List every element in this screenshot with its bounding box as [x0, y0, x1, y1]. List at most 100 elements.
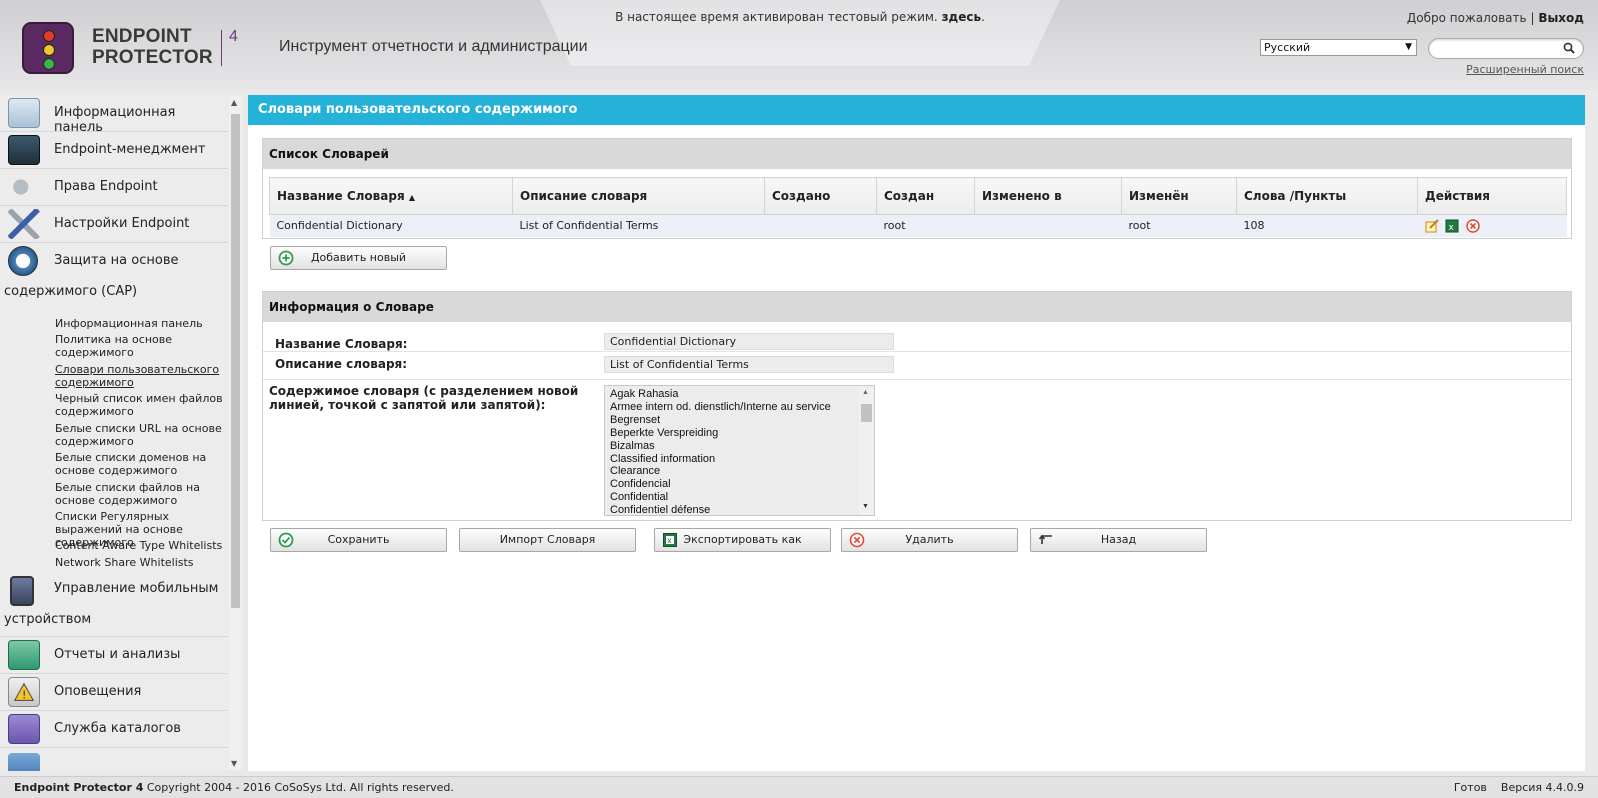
sidebar-item-label: Служба каталогов [54, 721, 181, 736]
add-new-label: Добавить новый [310, 251, 407, 264]
user-bar-separator: | [1530, 11, 1535, 25]
sidebar-scrollbar[interactable]: ▲ ▼ [229, 96, 242, 770]
export-excel-icon[interactable]: x [1445, 219, 1459, 233]
back-button[interactable]: Назад [1030, 528, 1207, 552]
welcome-text: Добро пожаловать [1406, 11, 1527, 25]
sidebar-item-directory-services[interactable]: Служба каталогов [0, 711, 228, 748]
reports-icon [8, 640, 40, 670]
delete-icon[interactable] [1465, 219, 1480, 233]
main-content: Словари пользовательского содержимого Сп… [248, 95, 1585, 771]
table-row[interactable]: Confidential Dictionary List of Confiden… [269, 214, 1567, 237]
cell-created-at [764, 214, 877, 237]
sidebar-item-mobile-device-management[interactable]: Управление мобильным устройством [0, 570, 228, 637]
dictionary-content-textarea[interactable]: Agak Rahasia Armee intern od. dienstlich… [604, 385, 875, 516]
content-line: Bizalmas [610, 439, 655, 452]
submenu-item-domain-whitelists[interactable]: Белые списки доменов на основе содержимо… [55, 451, 225, 477]
sidebar-item-endpoint-management[interactable]: Endpoint-менеджмент [0, 132, 228, 169]
content-line: Confidencial [610, 478, 671, 491]
sidebar-item-label: Отчеты и анализы [54, 647, 181, 662]
traffic-light-logo-icon [22, 22, 74, 74]
back-label: Назад [1100, 533, 1137, 546]
cell-created-by: root [876, 214, 975, 237]
brand-line2: PROTECTOR [92, 47, 213, 68]
dictionary-name-field[interactable]: Confidential Dictionary [604, 333, 894, 350]
checkmark-icon [278, 532, 294, 548]
sidebar: Информационная панель Endpoint-менеджмен… [0, 95, 228, 771]
dictionary-list-panel: Список Словарей Название Словаря ▲ Описа… [262, 138, 1572, 239]
advanced-search-link[interactable]: Расширенный поиск [1466, 63, 1584, 76]
keys-icon [8, 172, 40, 202]
content-line: Begrenset [610, 413, 661, 426]
submenu-item-type-whitelists[interactable]: Content Aware Type Whitelists [55, 539, 225, 552]
dictionary-info-panel: Информация о Словаре Название Словаря: C… [262, 291, 1572, 521]
cell-items: 108 [1236, 214, 1418, 237]
export-as-button[interactable]: x Экспортировать как [654, 528, 831, 552]
language-value: Русский [1264, 41, 1311, 54]
column-header-name[interactable]: Название Словаря ▲ [269, 177, 513, 215]
sidebar-item-label: Управление мобильным [54, 581, 219, 596]
sidebar-item-label: Информационная панель [54, 105, 176, 135]
cell-actions: x [1417, 214, 1567, 237]
submenu-item-network-share-whitelists[interactable]: Network Share Whitelists [55, 556, 225, 569]
submenu-item-file-whitelists[interactable]: Белые списки файлов на основе содержимог… [55, 481, 225, 507]
add-new-button[interactable]: Добавить новый [270, 246, 447, 270]
brand-line1: ENDPOINT [92, 26, 192, 47]
sidebar-item-label: Настройки Endpoint [54, 216, 190, 231]
chevron-down-icon: ▼ [1405, 42, 1412, 52]
content-line: Classified information [610, 452, 716, 465]
scroll-up-icon[interactable]: ▲ [231, 98, 237, 107]
scroll-up-icon[interactable]: ▲ [862, 387, 869, 400]
sidebar-item-reports[interactable]: Отчеты и анализы [0, 637, 228, 674]
import-dictionary-button[interactable]: Импорт Словаря [459, 528, 636, 552]
submenu-item-filename-blacklist[interactable]: Черный список имен файлов содержимого [55, 392, 225, 418]
excel-icon: x [663, 533, 677, 547]
column-header-items[interactable]: Слова /Пункты [1236, 177, 1418, 215]
footer-product: Endpoint Protector 4 [14, 781, 144, 794]
svg-text:x: x [1449, 223, 1455, 233]
textarea-scrollbar[interactable]: ▲ ▼ [859, 386, 874, 515]
scroll-down-icon[interactable]: ▼ [231, 759, 237, 768]
search-icon[interactable] [1563, 42, 1575, 54]
sidebar-item-content-aware-protection[interactable]: Защита на основе содержимого (CAP) [0, 243, 228, 309]
sidebar-item-endpoint-rights[interactable]: Права Endpoint [0, 169, 228, 206]
submenu-item-url-whitelists[interactable]: Белые списки URL на основе содержимого [55, 422, 225, 448]
language-select[interactable]: Русский ▼ [1260, 39, 1417, 56]
scrollbar-thumb[interactable] [861, 404, 872, 422]
status-text: Готов [1453, 781, 1487, 794]
logout-link[interactable]: Выход [1538, 11, 1584, 25]
delete-button[interactable]: Удалить [841, 528, 1018, 552]
panel-title: Список Словарей [263, 139, 1571, 169]
table-header-row: Название Словаря ▲ Описание словаря Созд… [269, 177, 1567, 215]
dictionary-description-field[interactable]: List of Confidential Terms [604, 356, 894, 373]
dictionary-name-row: Название Словаря: Confidential Dictionar… [263, 322, 1571, 352]
back-arrow-icon [1038, 534, 1052, 544]
column-header-modified-by[interactable]: Изменён [1121, 177, 1237, 215]
sidebar-item-next[interactable] [0, 748, 228, 771]
column-header-description[interactable]: Описание словаря [512, 177, 765, 215]
column-header-created-by[interactable]: Создан [876, 177, 975, 215]
sidebar-item-label-line2: содержимого (CAP) [4, 284, 138, 299]
dictionary-name-label: Название Словаря: [275, 337, 408, 351]
trial-link[interactable]: здесь [942, 10, 982, 24]
search-input[interactable] [1428, 38, 1584, 59]
submenu-item-content-policy[interactable]: Политика на основе содержимого [55, 333, 225, 359]
scroll-down-icon[interactable]: ▼ [862, 501, 869, 514]
submenu-item-dashboard[interactable]: Информационная панель [55, 317, 225, 330]
sidebar-item-alerts[interactable]: ! Оповещения [0, 674, 228, 711]
sidebar-item-endpoint-settings[interactable]: Настройки Endpoint [0, 206, 228, 243]
submenu-item-custom-dictionaries[interactable]: Словари пользовательского содержимого [55, 363, 225, 389]
alerts-icon: ! [8, 677, 40, 707]
content-line: Agak Rahasia [610, 388, 679, 400]
content-line: Clearance [610, 465, 661, 478]
user-bar: Добро пожаловать | Выход [1407, 11, 1584, 25]
edit-icon[interactable] [1424, 219, 1439, 233]
scrollbar-thumb[interactable] [231, 114, 240, 608]
column-header-created-at[interactable]: Создано [764, 177, 877, 215]
cell-name: Confidential Dictionary [269, 214, 513, 237]
delete-icon [849, 532, 865, 548]
sidebar-item-dashboard[interactable]: Информационная панель [0, 95, 228, 135]
column-header-modified-at[interactable]: Изменено в [974, 177, 1122, 215]
mobile-device-icon [10, 576, 34, 606]
save-button[interactable]: Сохранить [270, 528, 447, 552]
footer: Endpoint Protector 4 Copyright 2004 - 20… [0, 776, 1598, 798]
